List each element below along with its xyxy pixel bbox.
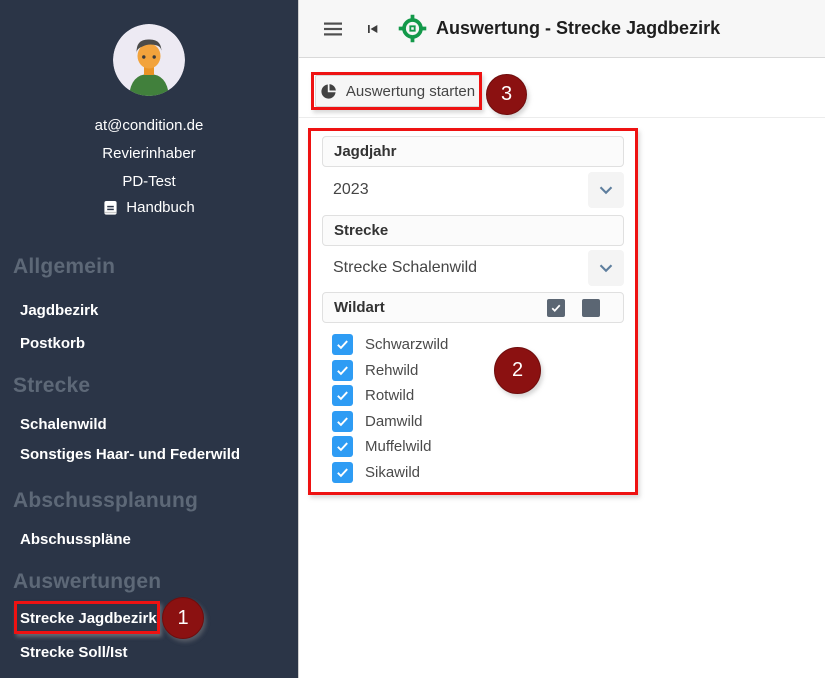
checkbox-checked-icon <box>332 334 353 355</box>
page-title: Auswertung - Strecke Jagdbezirk <box>436 18 720 39</box>
sidebar-item-sonstiges-haar-und-federwild[interactable]: Sonstiges Haar- und Federwild <box>20 446 240 463</box>
sidebar-item-strecke-jagdbezirk[interactable]: Strecke Jagdbezirk <box>20 610 157 627</box>
manual-link[interactable]: Handbuch <box>0 199 298 216</box>
strecke-label: Strecke <box>334 222 388 239</box>
jagdjahr-field-header: Jagdjahr <box>322 136 624 167</box>
wildart-row-rehwild[interactable]: Rehwild <box>332 358 448 384</box>
sidebar-item-schalenwild[interactable]: Schalenwild <box>20 416 107 433</box>
user-role: Revierinhaber <box>0 145 298 162</box>
sidebar-section-strecke: Strecke <box>13 374 90 398</box>
wildart-option-label: Schwarzwild <box>365 336 448 353</box>
book-icon <box>103 200 118 216</box>
wildart-row-damwild[interactable]: Damwild <box>332 409 448 435</box>
jagdjahr-label: Jagdjahr <box>334 143 397 160</box>
jagdjahr-value: 2023 <box>322 181 588 199</box>
badge-number: 1 <box>177 607 188 630</box>
top-bar: Auswertung - Strecke Jagdbezirk <box>299 0 825 58</box>
wildart-option-label: Rotwild <box>365 387 414 404</box>
chevron-down-icon[interactable] <box>588 250 624 286</box>
annotation-badge-1: 1 <box>162 597 204 639</box>
checkbox-checked-icon <box>332 462 353 483</box>
sidebar-section-allgemein: Allgemein <box>13 255 115 279</box>
toolbar: Auswertung starten <box>299 59 825 118</box>
sidebar-item-strecke-soll-ist[interactable]: Strecke Soll/Ist <box>20 644 128 661</box>
sidebar-item-postkorb[interactable]: Postkorb <box>20 335 85 352</box>
pie-chart-icon <box>320 83 337 100</box>
badge-number: 3 <box>501 83 512 106</box>
strecke-field-header: Strecke <box>322 215 624 246</box>
app-logo-crosshair-icon <box>398 14 427 43</box>
wildart-row-rotwild[interactable]: Rotwild <box>332 383 448 409</box>
evaluation-form-panel: Jagdjahr 2023 Strecke Strecke Schalenwil… <box>308 128 638 495</box>
sidebar-item-jagdbezirk[interactable]: Jagdbezirk <box>20 302 98 319</box>
chevron-down-icon[interactable] <box>588 172 624 208</box>
manual-label: Handbuch <box>126 199 194 216</box>
menu-icon[interactable] <box>324 22 342 36</box>
wildart-option-label: Rehwild <box>365 362 418 379</box>
avatar <box>113 24 185 96</box>
wildart-option-label: Sikawild <box>365 464 420 481</box>
wildart-option-label: Muffelwild <box>365 438 431 455</box>
strecke-value: Strecke Schalenwild <box>322 259 588 277</box>
wildart-row-sikawild[interactable]: Sikawild <box>332 460 448 486</box>
app-root: at@condition.de Revierinhaber PD-Test Ha… <box>0 0 825 678</box>
start-evaluation-button[interactable]: Auswertung starten <box>315 75 480 107</box>
annotation-badge-3: 3 <box>486 74 527 115</box>
wildart-row-schwarzwild[interactable]: Schwarzwild <box>332 332 448 358</box>
wildart-checkbox-list: Schwarzwild Rehwild Rotwild Damwild Muff… <box>332 332 448 485</box>
checkbox-checked-icon <box>332 385 353 406</box>
strecke-select[interactable]: Strecke Schalenwild <box>322 250 624 286</box>
checkbox-checked-icon <box>332 436 353 457</box>
wildart-row-muffelwild[interactable]: Muffelwild <box>332 434 448 460</box>
checkbox-checked-icon <box>332 411 353 432</box>
start-evaluation-label: Auswertung starten <box>346 83 475 100</box>
sidebar: at@condition.de Revierinhaber PD-Test Ha… <box>0 0 298 678</box>
sidebar-section-auswertungen: Auswertungen <box>13 570 161 594</box>
collapse-sidebar-icon[interactable] <box>364 21 380 37</box>
annotation-badge-2: 2 <box>494 347 541 394</box>
wildart-option-label: Damwild <box>365 413 423 430</box>
checkbox-checked-icon <box>332 360 353 381</box>
sidebar-section-abschussplanung: Abschussplanung <box>13 489 198 513</box>
user-email: at@condition.de <box>0 117 298 134</box>
wildart-field-header: Wildart <box>322 292 624 323</box>
badge-number: 2 <box>512 359 523 382</box>
user-revier: PD-Test <box>0 173 298 190</box>
select-all-checkbox[interactable] <box>547 299 565 317</box>
jagdjahr-select[interactable]: 2023 <box>322 172 624 208</box>
wildart-label: Wildart <box>334 299 385 316</box>
sidebar-item-abschussplaene[interactable]: Abschusspläne <box>20 531 131 548</box>
deselect-all-checkbox[interactable] <box>582 299 600 317</box>
